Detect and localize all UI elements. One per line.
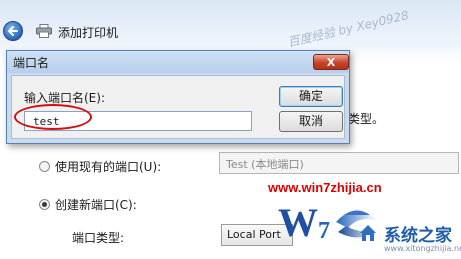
port-name-prompt: 输入端口名(E): — [24, 91, 105, 105]
printer-icon — [36, 24, 52, 38]
dialog-titlebar: 端口名 X — [7, 51, 349, 73]
port-name-input[interactable] — [24, 111, 252, 131]
cancel-button[interactable]: 取消 — [279, 111, 343, 132]
new-port-radio[interactable] — [39, 199, 50, 210]
window-title: 添加打印机 — [58, 26, 119, 40]
partial-instruction-text: 类型。 — [348, 112, 385, 126]
existing-port-radio[interactable] — [39, 161, 50, 172]
dialog-title: 端口名 — [13, 56, 50, 70]
existing-port-select[interactable]: Test (本地端口) — [219, 152, 459, 174]
svg-text:7: 7 — [318, 218, 330, 244]
site-name: 系统之家 — [384, 226, 452, 246]
new-port-label: 创建新端口(C): — [55, 198, 137, 212]
close-button[interactable]: X — [313, 54, 349, 70]
back-button[interactable] — [3, 21, 23, 41]
port-name-dialog: 端口名 X 输入端口名(E): 确定 取消 — [6, 50, 350, 144]
svg-text:W: W — [278, 200, 318, 245]
site-url-watermark: www.win7zhijia.cn — [268, 180, 382, 195]
port-type-label: 端口类型: — [72, 231, 125, 245]
home-icon — [360, 225, 376, 241]
dialog-body: 输入端口名(E): 确定 取消 — [11, 75, 345, 139]
site-logo: 系统之家 www.xitongzhijia.net — [340, 215, 461, 259]
existing-port-label: 使用现有的端口(U): — [55, 160, 162, 174]
back-arrow-icon — [7, 26, 18, 36]
site-subtitle: www.xitongzhijia.net — [384, 244, 461, 253]
close-icon: X — [326, 55, 336, 69]
ok-button[interactable]: 确定 — [279, 86, 343, 107]
